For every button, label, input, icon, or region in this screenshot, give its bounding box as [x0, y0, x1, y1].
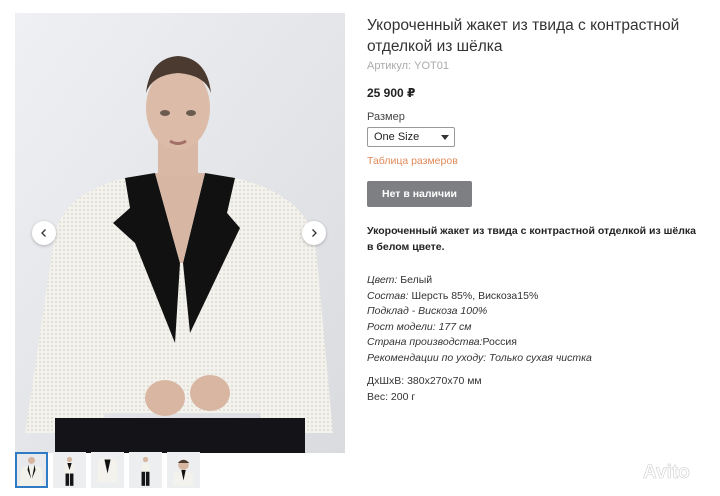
spec-lining: Подклад - Вискоза 100% [367, 305, 488, 317]
avito-logo-icon: Avito [614, 457, 690, 483]
spec-country: Страна производства:Россия [367, 336, 517, 348]
spec-model-height: Рост модели: 177 см [367, 320, 472, 333]
product-photo [15, 13, 345, 453]
size-select[interactable]: One Size [367, 127, 455, 147]
avito-watermark: Avito [612, 453, 706, 489]
size-table-link[interactable]: Таблица размеров [367, 155, 697, 167]
chevron-left-icon [41, 229, 46, 237]
spec-dimensions: ДхШхВ: 380х270х70 мм [367, 375, 482, 387]
chevron-down-icon [441, 135, 449, 140]
thumbnail-1[interactable] [15, 452, 48, 488]
product-price: 25 900 ₽ [367, 86, 416, 100]
thumbnail-5[interactable] [167, 452, 200, 488]
gallery-prev-button[interactable] [32, 221, 56, 245]
spec-composition: Состав: Шерсть 85%, Вискоза15% [367, 289, 539, 302]
chevron-right-icon [312, 229, 317, 237]
out-of-stock-button[interactable]: Нет в наличии [367, 181, 472, 207]
thumbnail-4[interactable] [129, 452, 162, 488]
size-label: Размер [367, 111, 405, 123]
spec-weight: Вес: 200 г [367, 390, 416, 403]
sku-value: YOT01 [414, 60, 449, 72]
spec-care: Рекомендации по уходу: Только сухая чист… [367, 351, 592, 364]
sku-label: Артикул: [367, 60, 412, 72]
spec-color: Цвет: Белый [367, 274, 433, 286]
product-description: Укороченный жакет из твида с контрастной… [367, 225, 696, 253]
product-title: Укороченный жакет из твида с контрастной… [367, 17, 680, 55]
product-gallery [15, 13, 345, 453]
thumbnail-2[interactable] [53, 452, 86, 488]
product-specs: Цвет: Белый Состав: Шерсть 85%, Вискоза1… [367, 273, 697, 366]
product-dimensions: ДхШхВ: 380х270х70 мм Вес: 200 г [367, 374, 697, 405]
product-details: Укороченный жакет из твида с контрастной… [367, 15, 697, 405]
thumbnail-3[interactable] [91, 452, 124, 488]
svg-text:Avito: Avito [643, 462, 690, 483]
gallery-next-button[interactable] [302, 221, 326, 245]
product-sku: Артикул: YOT01 [367, 60, 697, 72]
size-selected-value: One Size [374, 131, 420, 143]
thumbnail-strip [15, 452, 200, 488]
